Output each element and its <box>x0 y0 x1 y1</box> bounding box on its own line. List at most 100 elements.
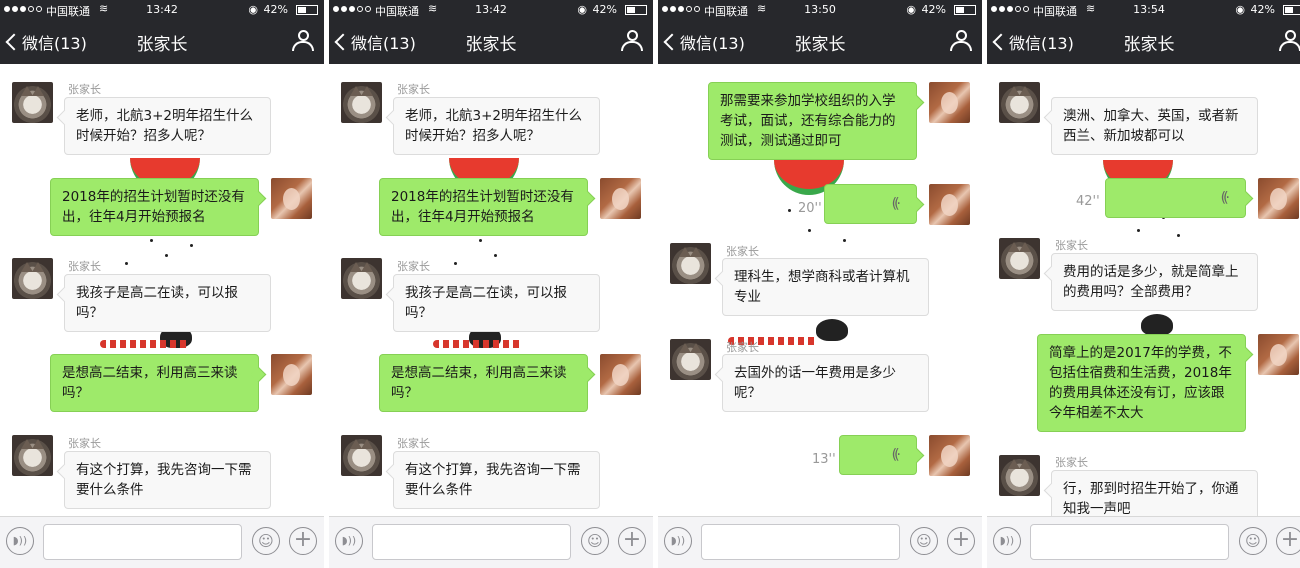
chat-area[interactable]: 澳洲、加拿大、英国，或者新西兰、新加坡都可以 ((· 42'' 张家长 费用的话… <box>987 64 1300 516</box>
message-bubble-incoming[interactable]: 我孩子是高二在读，可以报吗？ <box>393 274 600 332</box>
rotation-lock-icon: ◉ <box>1235 3 1245 16</box>
contact-avatar[interactable] <box>341 435 382 476</box>
contact-avatar[interactable] <box>12 435 53 476</box>
my-avatar[interactable] <box>929 184 970 225</box>
sender-name: 张家长 <box>68 437 101 450</box>
contact-avatar[interactable] <box>999 455 1040 496</box>
sender-name: 张家长 <box>726 341 759 354</box>
voice-message-outgoing[interactable]: ((· <box>839 435 917 475</box>
my-avatar[interactable] <box>1258 334 1299 375</box>
sender-name: 张家长 <box>397 83 430 96</box>
plus-icon[interactable]: + <box>289 527 317 555</box>
plus-icon[interactable]: + <box>947 527 975 555</box>
my-avatar[interactable] <box>600 178 641 219</box>
battery-percent: 42% <box>592 3 617 16</box>
my-avatar[interactable] <box>929 435 970 476</box>
emoji-icon[interactable]: ☺ <box>581 527 609 555</box>
message-bubble-incoming[interactable]: 老师，北航3+2明年招生什么时候开始？招多人呢？ <box>64 97 271 155</box>
chat-area[interactable]: 那需要来参加学校组织的入学考试，面试，还有综合能力的测试，测试通过即可 ((· … <box>658 64 982 516</box>
voice-icon[interactable]: ◗)) <box>6 527 34 555</box>
contact-profile-icon[interactable] <box>950 30 974 52</box>
chat-header: 微信(13) 张家长 <box>658 20 982 64</box>
rotation-lock-icon: ◉ <box>577 3 587 16</box>
rotation-lock-icon: ◉ <box>906 3 916 16</box>
voice-message-outgoing[interactable]: ((· <box>824 184 917 224</box>
chat-title: 张家长 <box>465 35 517 55</box>
sender-name: 张家长 <box>726 245 759 258</box>
emoji-icon[interactable]: ☺ <box>1239 527 1267 555</box>
my-avatar[interactable] <box>929 82 970 123</box>
voice-message-outgoing[interactable]: ((· <box>1105 178 1246 218</box>
contact-profile-icon[interactable] <box>292 30 316 52</box>
emoji-icon[interactable]: ☺ <box>252 527 280 555</box>
phone-screen-2: 中国联通 ≋ 13:42 ◉ 42% 微信(13) 张家长 张家长 老师，北航3… <box>329 0 653 568</box>
contact-profile-icon[interactable] <box>1279 30 1300 52</box>
message-bubble-incoming[interactable]: 有这个打算，我先咨询一下需要什么条件 <box>393 451 600 509</box>
status-bar: 中国联通 ≋ 13:42 ◉ 42% <box>0 0 324 20</box>
phone-screen-4: 中国联通 ≋ 13:54 ◉ 42% 微信(13) 张家长 澳洲、加拿大、英国，… <box>987 0 1300 568</box>
voice-icon[interactable]: ◗)) <box>993 527 1021 555</box>
message-bubble-outgoing[interactable]: 简章上的是2017年的学费，不包括住宿费和生活费，2018年的费用具体还没有订，… <box>1037 334 1246 432</box>
contact-avatar[interactable] <box>670 339 711 380</box>
plus-icon[interactable]: + <box>1276 527 1300 555</box>
chat-area[interactable]: 张家长 老师，北航3+2明年招生什么时候开始？招多人呢？ 2018年的招生计划暂… <box>0 64 324 516</box>
message-bubble-outgoing[interactable]: 是想高二结束，利用高三来读吗？ <box>50 354 259 412</box>
contact-avatar[interactable] <box>12 82 53 123</box>
sender-name: 张家长 <box>68 83 101 96</box>
battery-icon <box>1283 5 1300 15</box>
voice-wave-icon: ((· <box>891 196 902 212</box>
sender-name: 张家长 <box>68 260 101 273</box>
message-bubble-outgoing[interactable]: 是想高二结束，利用高三来读吗？ <box>379 354 588 412</box>
my-avatar[interactable] <box>1258 178 1299 219</box>
message-bubble-outgoing[interactable]: 那需要来参加学校组织的入学考试，面试，还有综合能力的测试，测试通过即可 <box>708 82 917 160</box>
emoji-icon[interactable]: ☺ <box>910 527 938 555</box>
contact-avatar[interactable] <box>12 258 53 299</box>
battery-icon <box>954 5 976 15</box>
voice-wave-icon: ((· <box>1220 190 1231 206</box>
voice-duration: 20'' <box>798 201 822 216</box>
input-bar: ◗)) ☺ + <box>987 516 1300 568</box>
voice-icon[interactable]: ◗)) <box>664 527 692 555</box>
chat-header: 微信(13) 张家长 <box>0 20 324 64</box>
message-bubble-incoming[interactable]: 去国外的话一年费用是多少呢？ <box>722 354 929 412</box>
chat-header: 微信(13) 张家长 <box>987 20 1300 64</box>
voice-icon[interactable]: ◗)) <box>335 527 363 555</box>
plus-icon[interactable]: + <box>618 527 646 555</box>
message-bubble-incoming[interactable]: 有这个打算，我先咨询一下需要什么条件 <box>64 451 271 509</box>
battery-percent: 42% <box>1250 3 1275 16</box>
message-bubble-incoming[interactable]: 行，那到时招生开始了，你通知我一声吧 <box>1051 470 1258 516</box>
message-bubble-incoming[interactable]: 澳洲、加拿大、英国，或者新西兰、新加坡都可以 <box>1051 97 1258 155</box>
message-bubble-incoming[interactable]: 费用的话是多少，就是简章上的费用吗？全部费用？ <box>1051 253 1258 311</box>
battery-icon <box>296 5 318 15</box>
battery-percent: 42% <box>263 3 288 16</box>
red-bits-decoration <box>100 340 190 348</box>
contact-avatar[interactable] <box>999 82 1040 123</box>
message-input[interactable] <box>1030 524 1229 560</box>
message-input[interactable] <box>372 524 571 560</box>
battery-icon <box>625 5 647 15</box>
my-avatar[interactable] <box>600 354 641 395</box>
message-bubble-incoming[interactable]: 理科生，想学商科或者计算机专业 <box>722 258 929 316</box>
sender-name: 张家长 <box>397 437 430 450</box>
voice-wave-icon: ((· <box>891 447 902 463</box>
message-bubble-incoming[interactable]: 老师，北航3+2明年招生什么时候开始？招多人呢？ <box>393 97 600 155</box>
my-avatar[interactable] <box>271 354 312 395</box>
contact-avatar[interactable] <box>670 243 711 284</box>
chat-area[interactable]: 张家长 老师，北航3+2明年招生什么时候开始？招多人呢？ 2018年的招生计划暂… <box>329 64 653 516</box>
message-input[interactable] <box>43 524 242 560</box>
cat-decoration <box>1141 314 1173 336</box>
message-bubble-outgoing[interactable]: 2018年的招生计划暂时还没有出，往年4月开始预报名 <box>379 178 588 236</box>
sender-name: 张家长 <box>397 260 430 273</box>
red-bits-decoration <box>433 340 523 348</box>
message-input[interactable] <box>701 524 900 560</box>
sender-name: 张家长 <box>1055 239 1088 252</box>
contact-profile-icon[interactable] <box>621 30 645 52</box>
my-avatar[interactable] <box>271 178 312 219</box>
contact-avatar[interactable] <box>999 238 1040 279</box>
contact-avatar[interactable] <box>341 258 382 299</box>
chat-header: 微信(13) 张家长 <box>329 20 653 64</box>
message-bubble-outgoing[interactable]: 2018年的招生计划暂时还没有出，往年4月开始预报名 <box>50 178 259 236</box>
message-bubble-incoming[interactable]: 我孩子是高二在读，可以报吗？ <box>64 274 271 332</box>
contact-avatar[interactable] <box>341 82 382 123</box>
sender-name: 张家长 <box>1055 456 1088 469</box>
